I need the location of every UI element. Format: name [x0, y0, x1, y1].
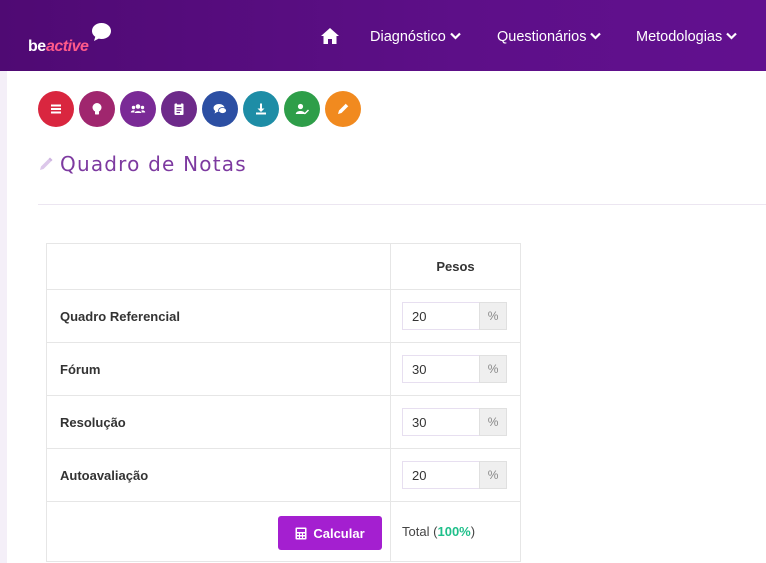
- row-label: Resolução: [45, 395, 392, 449]
- table-row: Fórum 30 %: [45, 342, 521, 396]
- column-header-name: [45, 243, 392, 290]
- calculator-icon: [295, 527, 307, 539]
- weight-input-group: 30 %: [402, 408, 508, 436]
- clipboard-icon: [174, 102, 184, 115]
- percent-addon: %: [479, 408, 508, 436]
- divider: [38, 204, 766, 205]
- grades-table: Pesos Quadro Referencial 20 % Fórum 30 %…: [45, 243, 521, 562]
- comments-icon: [213, 104, 227, 114]
- edit-button[interactable]: [325, 91, 361, 127]
- weight-cell: 20 %: [390, 448, 521, 502]
- calculate-button-label: Calcular: [313, 525, 365, 541]
- menu-button[interactable]: [38, 91, 74, 127]
- weight-input[interactable]: 30: [402, 408, 480, 436]
- pencil-icon: [40, 157, 53, 170]
- lightbulb-icon: [92, 103, 102, 115]
- weight-input-group: 20 %: [402, 461, 508, 489]
- calculate-button[interactable]: Calcular: [278, 516, 382, 550]
- chevron-down-icon: [590, 32, 602, 40]
- logo[interactable]: be active: [28, 22, 128, 62]
- weight-input[interactable]: 20: [402, 461, 480, 489]
- nav-item-questionarios[interactable]: Questionários: [497, 29, 602, 45]
- weight-cell: 30 %: [390, 342, 521, 396]
- chevron-down-icon: [726, 32, 738, 40]
- weight-input-group: 20 %: [402, 302, 508, 330]
- speech-bubble-icon: [92, 23, 111, 41]
- nav-item-metodologias[interactable]: Metodologias: [636, 29, 738, 45]
- percent-addon: %: [479, 461, 508, 489]
- ideas-button[interactable]: [79, 91, 115, 127]
- row-label: Quadro Referencial: [45, 289, 392, 343]
- nav-item-label: Metodologias: [636, 29, 723, 45]
- weight-input[interactable]: 30: [402, 355, 480, 383]
- top-navbar: be active Diagnóstico Questionários Meto…: [0, 0, 766, 71]
- table-header-row: Pesos: [45, 243, 521, 290]
- nav-item-diagnostico[interactable]: Diagnóstico: [370, 29, 461, 45]
- row-label: Autoavaliação: [45, 448, 392, 502]
- download-button[interactable]: [243, 91, 279, 127]
- table-row: Quadro Referencial 20 %: [45, 289, 521, 343]
- table-footer-row: Calcular Total (100%): [45, 501, 521, 562]
- percent-addon: %: [479, 355, 508, 383]
- total-close-paren: ): [470, 524, 476, 539]
- weight-input-group: 30 %: [402, 355, 508, 383]
- page-title: Quadro de Notas: [38, 150, 247, 178]
- row-label: Fórum: [45, 342, 392, 396]
- download-icon: [256, 103, 266, 115]
- total-label: Total: [402, 524, 430, 539]
- questionnaire-button[interactable]: [161, 91, 197, 127]
- home-icon[interactable]: [320, 27, 340, 45]
- users-icon: [130, 104, 146, 113]
- weight-cell: 20 %: [390, 289, 521, 343]
- page-title-text: Quadro de Notas: [60, 152, 247, 176]
- nav-item-label: Questionários: [497, 29, 587, 45]
- table-row: Resolução 30 %: [45, 395, 521, 449]
- percent-addon: %: [479, 302, 508, 330]
- logo-text-active: active: [46, 38, 89, 55]
- logo-text-be: be: [28, 38, 46, 55]
- pencil-icon: [338, 103, 349, 114]
- calculate-cell: Calcular: [45, 501, 392, 562]
- users-button[interactable]: [120, 91, 156, 127]
- total-value: 100%: [437, 524, 471, 539]
- left-rail: [0, 71, 7, 563]
- user-edit-icon: [295, 103, 309, 115]
- total-cell: Total (100%): [390, 501, 521, 562]
- weight-cell: 30 %: [390, 395, 521, 449]
- comments-button[interactable]: [202, 91, 238, 127]
- chevron-down-icon: [449, 32, 461, 40]
- user-edit-button[interactable]: [284, 91, 320, 127]
- table-row: Autoavaliação 20 %: [45, 448, 521, 502]
- weight-input[interactable]: 20: [402, 302, 480, 330]
- menu-icon: [51, 104, 61, 114]
- nav-item-label: Diagnóstico: [370, 29, 446, 45]
- column-header-weights: Pesos: [390, 243, 521, 290]
